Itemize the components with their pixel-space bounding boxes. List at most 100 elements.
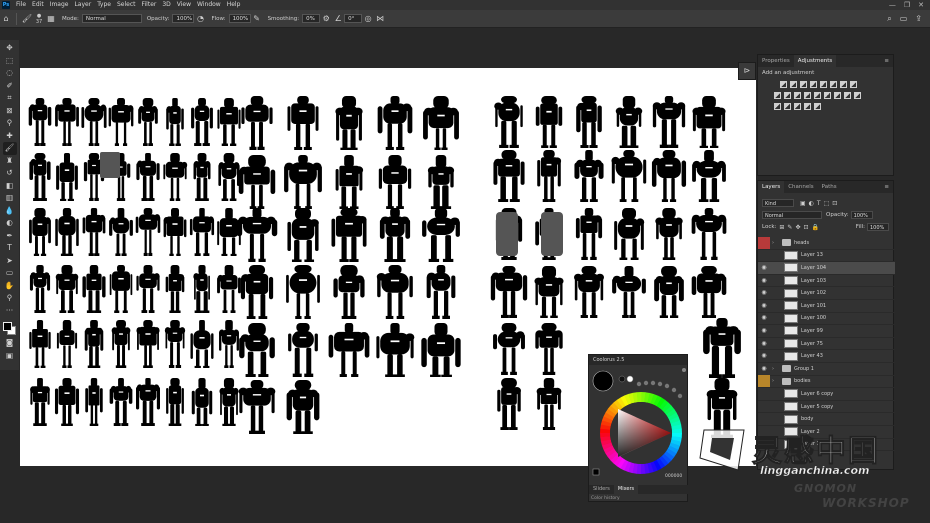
blur-icon[interactable]: 💧 <box>3 205 17 218</box>
layer-row[interactable]: ◉ Layer 75 <box>758 338 895 351</box>
stamp-icon[interactable]: ♜ <box>3 155 17 168</box>
transform-handle-icon[interactable] <box>100 152 120 178</box>
history-brush-icon[interactable]: ↺ <box>3 167 17 180</box>
layer-row[interactable]: ◉ Layer 101 <box>758 300 895 313</box>
pressure-opacity-icon[interactable]: ◔ <box>194 14 206 23</box>
brightness-icon[interactable] <box>780 81 787 88</box>
layer-group-row[interactable]: ◉ › Group 1 <box>758 363 895 376</box>
hex-value[interactable]: 000000 <box>665 474 682 479</box>
tab-properties[interactable]: Properties <box>758 55 794 67</box>
zoom-icon[interactable]: ⚲ <box>3 292 17 305</box>
gradient-map-icon[interactable] <box>834 92 841 99</box>
color-mode-icon[interactable] <box>592 468 600 476</box>
solid-icon[interactable] <box>814 103 821 110</box>
frame-icon[interactable]: ⊠ <box>3 105 17 118</box>
flow-field[interactable]: 100% <box>228 14 251 23</box>
menu-filter[interactable]: Filter <box>139 0 160 10</box>
visibility-eye-icon[interactable]: ◉ <box>758 312 770 324</box>
black-white-icon[interactable] <box>850 81 857 88</box>
shadow-icon[interactable] <box>854 92 861 99</box>
color-wheel[interactable] <box>589 365 689 485</box>
search-icon[interactable]: ⌕ <box>887 14 891 24</box>
exposure-icon[interactable] <box>810 81 817 88</box>
tab-channels[interactable]: Channels <box>784 181 817 193</box>
brush-icon[interactable]: 🖌 <box>2 142 17 155</box>
marquee-icon[interactable]: ⬚ <box>3 55 17 68</box>
visibility-eye-icon[interactable] <box>758 388 770 400</box>
tab-adjustments[interactable]: Adjustments <box>793 55 837 67</box>
lasso-icon[interactable]: ◌ <box>3 67 17 80</box>
restore-icon[interactable]: ❐ <box>904 1 910 9</box>
path-select-icon[interactable]: ➤ <box>3 255 17 268</box>
crop-icon[interactable]: ⌗ <box>3 92 17 105</box>
brush-panel-icon[interactable]: ▦ <box>45 14 57 23</box>
tab-paths[interactable]: Paths <box>818 181 841 193</box>
layer-group-row[interactable]: › bodies <box>758 375 895 389</box>
color-lookup-icon[interactable] <box>794 92 801 99</box>
levels-icon[interactable] <box>790 81 797 88</box>
menu-help[interactable]: Help <box>224 0 244 10</box>
group-caret-icon[interactable]: › <box>770 240 776 246</box>
layer-opacity-field[interactable]: 100% <box>850 211 873 219</box>
type-icon[interactable]: T <box>3 242 17 255</box>
dodge-icon[interactable]: ◐ <box>3 217 17 230</box>
collapsed-panel-history-icon[interactable]: ⊳ <box>738 62 756 80</box>
settings-icon[interactable] <box>682 368 686 372</box>
selective-color-icon[interactable] <box>844 92 851 99</box>
menu-window[interactable]: Window <box>194 0 224 10</box>
visibility-eye-icon[interactable]: ◉ <box>758 325 770 337</box>
selective-alt-icon[interactable] <box>794 103 801 110</box>
curves-icon[interactable] <box>800 81 807 88</box>
gear-icon[interactable]: ⚙ <box>320 14 332 23</box>
gradient-icon[interactable]: ▥ <box>3 192 17 205</box>
visibility-eye-icon[interactable] <box>758 375 770 388</box>
invert-icon[interactable] <box>804 92 811 99</box>
menu-type[interactable]: Type <box>94 0 114 10</box>
close-icon[interactable]: ✕ <box>918 1 924 9</box>
blend-mode-select[interactable]: Normal <box>762 211 822 219</box>
pattern-icon[interactable] <box>804 103 811 110</box>
airbrush-icon[interactable]: ✎ <box>251 14 263 23</box>
pen-icon[interactable]: ✒ <box>3 230 17 243</box>
home-icon[interactable]: ⌂ <box>0 14 12 23</box>
hand-icon[interactable]: ✋ <box>3 280 17 293</box>
menu-image[interactable]: Image <box>47 0 72 10</box>
panel-menu-icon[interactable]: ≡ <box>884 55 893 67</box>
eraser-icon[interactable]: ◧ <box>3 180 17 193</box>
workspace-icon[interactable]: ▭ <box>900 14 908 24</box>
color-balance-icon[interactable] <box>840 81 847 88</box>
gradient-alt-icon[interactable] <box>784 103 791 110</box>
filter-type-icons[interactable]: ▣◐T⬚⊡ <box>800 200 840 207</box>
menu-3d[interactable]: 3D <box>159 0 173 10</box>
group-caret-icon[interactable]: › <box>770 366 776 372</box>
quick-mask-icon[interactable]: ◙ <box>3 337 17 350</box>
visibility-eye-icon[interactable]: ◉ <box>758 287 770 299</box>
visibility-eye-icon[interactable] <box>758 249 770 261</box>
share-icon[interactable]: ⇪ <box>915 14 922 24</box>
threshold-alt-icon[interactable] <box>774 103 781 110</box>
menu-layer[interactable]: Layer <box>71 0 94 10</box>
smoothing-field[interactable]: 0% <box>302 14 321 23</box>
eyedropper-icon[interactable]: ⚲ <box>3 117 17 130</box>
channel-mixer-icon[interactable] <box>784 92 791 99</box>
visibility-eye-icon[interactable]: ◉ <box>758 338 770 350</box>
tab-layers[interactable]: Layers <box>758 181 785 193</box>
symmetry-icon[interactable]: ⋈ <box>374 14 386 23</box>
group-caret-icon[interactable]: › <box>770 378 776 384</box>
menu-edit[interactable]: Edit <box>29 0 47 10</box>
angle-icon[interactable]: ∠ <box>332 14 344 23</box>
rectangle-icon[interactable]: ▭ <box>3 267 17 280</box>
menu-view[interactable]: View <box>174 0 194 10</box>
menu-select[interactable]: Select <box>114 0 139 10</box>
tab-mixers[interactable]: Mixers <box>613 485 639 494</box>
healing-icon[interactable]: ✚ <box>3 130 17 143</box>
threshold-icon[interactable] <box>824 92 831 99</box>
layer-row[interactable]: ◉ Layer 104 <box>758 262 895 275</box>
screen-mode-icon[interactable]: ▣ <box>3 350 17 363</box>
visibility-eye-icon[interactable]: ◉ <box>758 363 770 375</box>
layer-row[interactable]: Layer 13 <box>758 250 895 263</box>
mode-select[interactable]: Normal <box>81 14 142 23</box>
foreground-color-swatch[interactable] <box>2 322 12 331</box>
visibility-eye-icon[interactable] <box>758 236 770 249</box>
photo-filter-icon[interactable] <box>774 92 781 99</box>
